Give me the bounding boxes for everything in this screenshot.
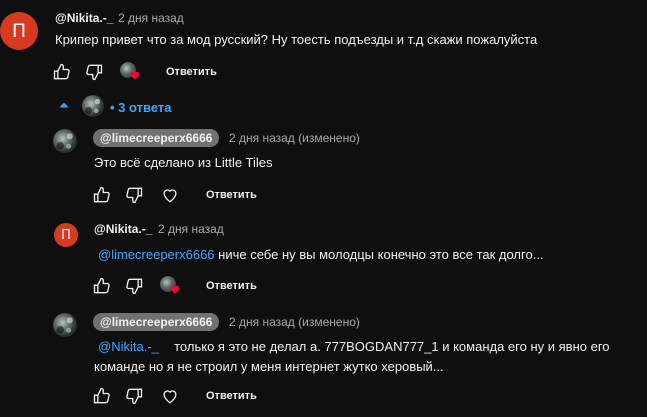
avatar[interactable]: П	[54, 223, 78, 247]
avatar[interactable]: П	[0, 12, 38, 50]
comment-time[interactable]: 2 дня назад	[118, 11, 184, 25]
avatar[interactable]	[53, 129, 77, 153]
dislike-icon[interactable]	[124, 386, 144, 406]
creator-heart-icon	[160, 276, 182, 296]
reply-button[interactable]: Ответить	[166, 66, 217, 78]
dislike-icon[interactable]	[124, 276, 144, 296]
like-icon[interactable]	[52, 62, 72, 82]
reply-author[interactable]: @limecreeperx6666	[93, 313, 220, 331]
reply-text-body: ниче себе ну вы молодцы конечно это все …	[218, 247, 544, 262]
replier-avatar	[82, 95, 104, 117]
dislike-icon[interactable]	[124, 185, 144, 205]
chevron-up-icon[interactable]	[58, 99, 70, 111]
reply-text-line1: только я это не делал а. 777BOGDAN777_1 …	[174, 339, 610, 354]
reply-author[interactable]: @limecreeperx6666	[93, 129, 220, 147]
like-icon[interactable]	[92, 276, 112, 296]
dislike-icon[interactable]	[84, 62, 104, 82]
reply-text: Это всё сделано из Little Tiles	[94, 155, 273, 170]
reply-text: @limecreeperx6666 ниче себе ну вы молодц…	[98, 247, 544, 262]
mention-link[interactable]: @limecreeperx6666	[98, 247, 215, 262]
reply-button[interactable]: Ответить	[206, 189, 257, 201]
reply-button[interactable]: Ответить	[206, 280, 257, 292]
like-icon[interactable]	[92, 386, 112, 406]
like-icon[interactable]	[92, 185, 112, 205]
comment-author[interactable]: @Nikita.-_	[55, 11, 113, 25]
heart-outline-icon[interactable]	[160, 185, 180, 205]
avatar[interactable]	[53, 313, 77, 337]
mention-link[interactable]: @Nikita.-_	[98, 339, 159, 354]
replies-count: 3 ответа	[118, 100, 172, 115]
comment-text: Крипер привет что за мод русский? Ну тое…	[55, 32, 538, 47]
bullet-dot: •	[110, 100, 119, 115]
reply-author[interactable]: @Nikita.-_	[94, 222, 152, 236]
creator-heart-icon	[120, 62, 142, 82]
heart-outline-icon[interactable]	[160, 386, 180, 406]
reply-time[interactable]: 2 дня назад (изменено)	[229, 131, 360, 145]
reply-time[interactable]: 2 дня назад	[158, 222, 224, 236]
reply-time[interactable]: 2 дня назад (изменено)	[229, 315, 360, 329]
reply-button[interactable]: Ответить	[206, 390, 257, 402]
reply-text: @Nikita.-_ только я это не делал а. 777B…	[98, 339, 610, 354]
replies-toggle[interactable]: • 3 ответа	[110, 100, 171, 115]
reply-text-line2: команде но я не строил у меня интернет ж…	[94, 359, 444, 374]
